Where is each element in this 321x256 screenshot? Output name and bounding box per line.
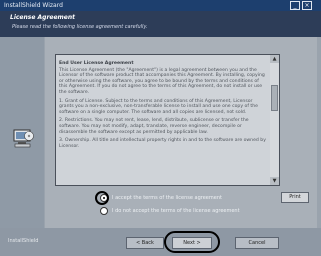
installer-window: InstallShield Wizard _ × License Agreeme… xyxy=(0,0,321,256)
license-paragraph: 1. Grant of License. Subject to the term… xyxy=(59,98,258,115)
scroll-thumb[interactable] xyxy=(271,85,278,111)
footer-brand: InstallShield xyxy=(8,238,39,244)
decline-radio[interactable] xyxy=(100,207,108,215)
scroll-up-arrow-icon[interactable]: ▲ xyxy=(270,55,279,63)
next-highlight-circle xyxy=(164,231,220,253)
license-scrollbar[interactable]: ▲ ▼ xyxy=(270,54,280,186)
license-textbox[interactable]: End User License Agreement This License … xyxy=(55,54,273,186)
cancel-button[interactable]: Cancel xyxy=(235,237,279,249)
title-bar: InstallShield Wizard _ × xyxy=(0,0,321,11)
close-button[interactable]: × xyxy=(302,1,312,10)
print-button[interactable]: Print xyxy=(281,192,309,203)
window-title: InstallShield Wizard xyxy=(4,2,63,9)
accept-highlight-circle xyxy=(95,191,109,205)
license-heading: End User License Agreement xyxy=(59,61,134,66)
wizard-header: License Agreement Please read the follow… xyxy=(0,11,321,37)
license-paragraph: 3. Ownership. All title and intellectual… xyxy=(59,138,266,149)
scroll-down-arrow-icon[interactable]: ▼ xyxy=(270,177,279,185)
license-paragraph: This License Agreement (the "Agreement")… xyxy=(59,67,265,95)
decline-radio-label[interactable]: I do not accept the terms of the license… xyxy=(112,207,240,215)
page-subtitle: Please read the following license agreem… xyxy=(12,24,148,30)
page-title: License Agreement xyxy=(10,14,76,21)
wizard-sidebar xyxy=(0,37,44,228)
computer-icon xyxy=(13,129,34,148)
accept-radio-label[interactable]: I accept the terms of the license agreem… xyxy=(112,194,222,202)
minimize-button[interactable]: _ xyxy=(290,1,300,10)
back-button[interactable]: < Back xyxy=(126,237,164,249)
license-paragraph: 2. Restrictions. You may not rent, lease… xyxy=(59,118,249,135)
